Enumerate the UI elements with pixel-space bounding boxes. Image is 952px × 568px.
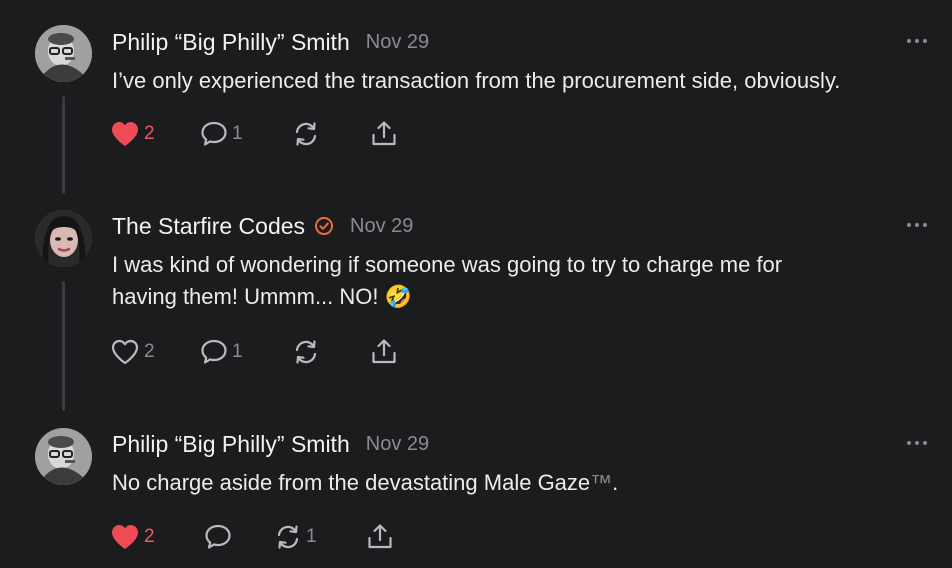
comment-button[interactable] [204,522,232,552]
post-text: I’ve only experienced the transaction fr… [112,65,932,97]
speech-bubble-icon [201,121,227,146]
like-button[interactable]: 2 [110,337,155,367]
restack-button[interactable] [292,337,320,367]
comment-button[interactable]: 1 [200,119,243,149]
ellipsis-icon[interactable] [906,220,928,230]
restack-arrows-icon [277,525,299,549]
thread-line [62,96,65,194]
like-count: 2 [144,341,155,362]
heart-icon [112,122,138,146]
restack-arrows-icon [295,122,317,146]
comment-button[interactable]: 1 [200,337,243,367]
share-upload-icon [372,121,396,146]
share-upload-icon [372,339,396,364]
restack-button[interactable] [292,119,320,149]
post-text: I was kind of wondering if someone was g… [112,249,932,313]
post-text-line: I’ve only experienced the transaction fr… [112,68,841,93]
comment-count: 1 [232,123,243,144]
post-date[interactable]: Nov 29 [350,215,413,238]
like-count: 2 [144,526,155,547]
author-name[interactable]: Philip “Big Philly” Smith [112,431,350,458]
avatar-starfire[interactable] [35,210,92,267]
ellipsis-icon[interactable] [906,438,928,448]
restack-button[interactable]: 1 [274,522,317,552]
verified-check-icon [315,217,334,235]
post-header: Philip “Big Philly” Smith Nov 29 [112,27,429,57]
ellipsis-icon[interactable] [906,36,928,46]
like-count: 2 [144,123,155,144]
author-name[interactable]: Philip “Big Philly” Smith [112,29,350,56]
like-button[interactable]: 2 [110,119,155,149]
restack-arrows-icon [295,340,317,364]
post-date[interactable]: Nov 29 [366,31,429,54]
heart-icon [112,525,138,549]
post-header: Philip “Big Philly” Smith Nov 29 [112,429,429,459]
author-name[interactable]: The Starfire Codes [112,213,305,240]
speech-bubble-icon [201,339,227,364]
comment-count: 1 [232,341,243,362]
share-upload-icon [368,524,392,549]
trademark-symbol: ™ [590,470,613,495]
thread-line [62,281,65,411]
share-button[interactable] [366,522,394,552]
post-date[interactable]: Nov 29 [366,433,429,456]
post-text-line: having them! Ummm... NO! 🤣 [112,284,413,309]
avatar-philip[interactable] [35,428,92,485]
share-button[interactable] [370,119,398,149]
post-text-end: . [612,470,619,495]
share-button[interactable] [370,337,398,367]
post-text-main: No charge aside from the devastating Mal… [112,470,591,495]
speech-bubble-icon [205,524,231,549]
like-button[interactable]: 2 [110,522,155,552]
post-text: No charge aside from the devastating Mal… [112,467,932,499]
post-text-line: I was kind of wondering if someone was g… [112,252,783,277]
avatar-philip[interactable] [35,25,92,82]
heart-icon [111,339,139,365]
restack-count: 1 [306,526,317,547]
post-header: The Starfire Codes Nov 29 [112,211,413,241]
